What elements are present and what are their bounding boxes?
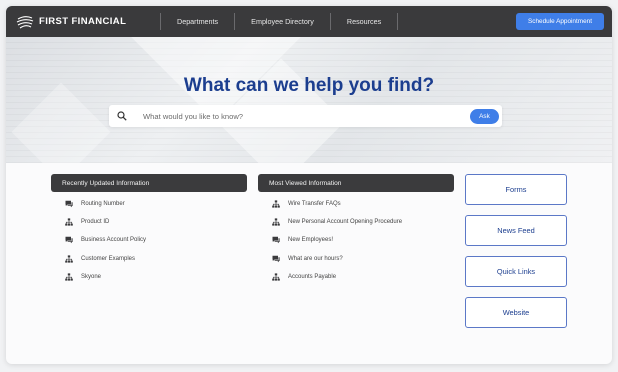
list-item-label: Routing Number [81,201,125,208]
list-item-label: Accounts Payable [288,273,337,280]
news-feed-button[interactable]: News Feed [465,215,567,246]
hero-banner: What can we help you find? Ask [6,37,612,163]
recently-updated-panel: Recently Updated Information Routing Num… [51,174,247,286]
list-item[interactable]: Wire Transfer FAQs [258,195,454,213]
chat-icon [65,236,73,244]
list-item-label: Product ID [81,219,110,226]
search-bar: Ask [109,105,502,127]
ask-button[interactable]: Ask [470,108,499,124]
list-item-label: What are our hours? [288,255,343,262]
list-item[interactable]: What are our hours? [258,250,454,268]
list-item-label: Business Account Policy [81,237,147,244]
brand-logo[interactable]: FIRST FINANCIAL [16,15,146,29]
logo-swirl-icon [16,15,34,28]
top-nav-bar: FIRST FINANCIAL Departments Employee Dir… [6,6,612,37]
website-button[interactable]: Website [465,297,567,328]
quick-links-button[interactable]: Quick Links [465,256,567,287]
list-item[interactable]: Business Account Policy [51,231,247,249]
list-item-label: New Personal Account Opening Procedure [288,219,403,226]
chat-icon [65,200,73,208]
chat-icon [272,255,280,263]
list-item[interactable]: Skyone [51,268,247,286]
forms-button[interactable]: Forms [465,174,567,205]
sitemap-icon [65,255,73,263]
nav-resources[interactable]: Resources [329,13,399,30]
list-item[interactable]: Customer Examples [51,250,247,268]
list-item[interactable]: New Personal Account Opening Procedure [258,213,454,231]
list-item[interactable]: Product ID [51,213,247,231]
most-viewed-list: Wire Transfer FAQs New Personal Account O… [258,195,454,286]
recently-updated-list: Routing Number Product ID Business Account… [51,195,247,286]
list-item[interactable]: New Employees! [258,231,454,249]
most-viewed-panel: Most Viewed Information Wire Transfer FA… [258,174,454,286]
list-item-label: New Employees! [288,237,334,244]
list-item[interactable]: Accounts Payable [258,268,454,286]
list-item-label: Customer Examples [81,255,136,262]
recently-updated-header: Recently Updated Information [51,174,247,192]
nav-departments[interactable]: Departments [160,13,234,30]
list-item-label: Wire Transfer FAQs [288,201,341,208]
search-input[interactable] [143,111,470,121]
list-item-label: Skyone [81,273,102,280]
sitemap-icon [272,273,280,281]
sitemap-icon [65,273,73,281]
hero-title: What can we help you find? [183,75,435,96]
sitemap-icon [65,218,73,226]
most-viewed-header: Most Viewed Information [258,174,454,192]
schedule-appointment-button[interactable]: Schedule Appointment [516,13,604,30]
search-icon [117,111,127,121]
sitemap-icon [272,200,280,208]
app-window: FIRST FINANCIAL Departments Employee Dir… [6,6,612,364]
sitemap-icon [272,218,280,226]
list-item[interactable]: Routing Number [51,195,247,213]
nav-employee-directory[interactable]: Employee Directory [234,13,330,30]
chat-icon [272,236,280,244]
main-nav: Departments Employee Directory Resources [146,6,399,37]
brand-name: FIRST FINANCIAL [39,16,127,27]
